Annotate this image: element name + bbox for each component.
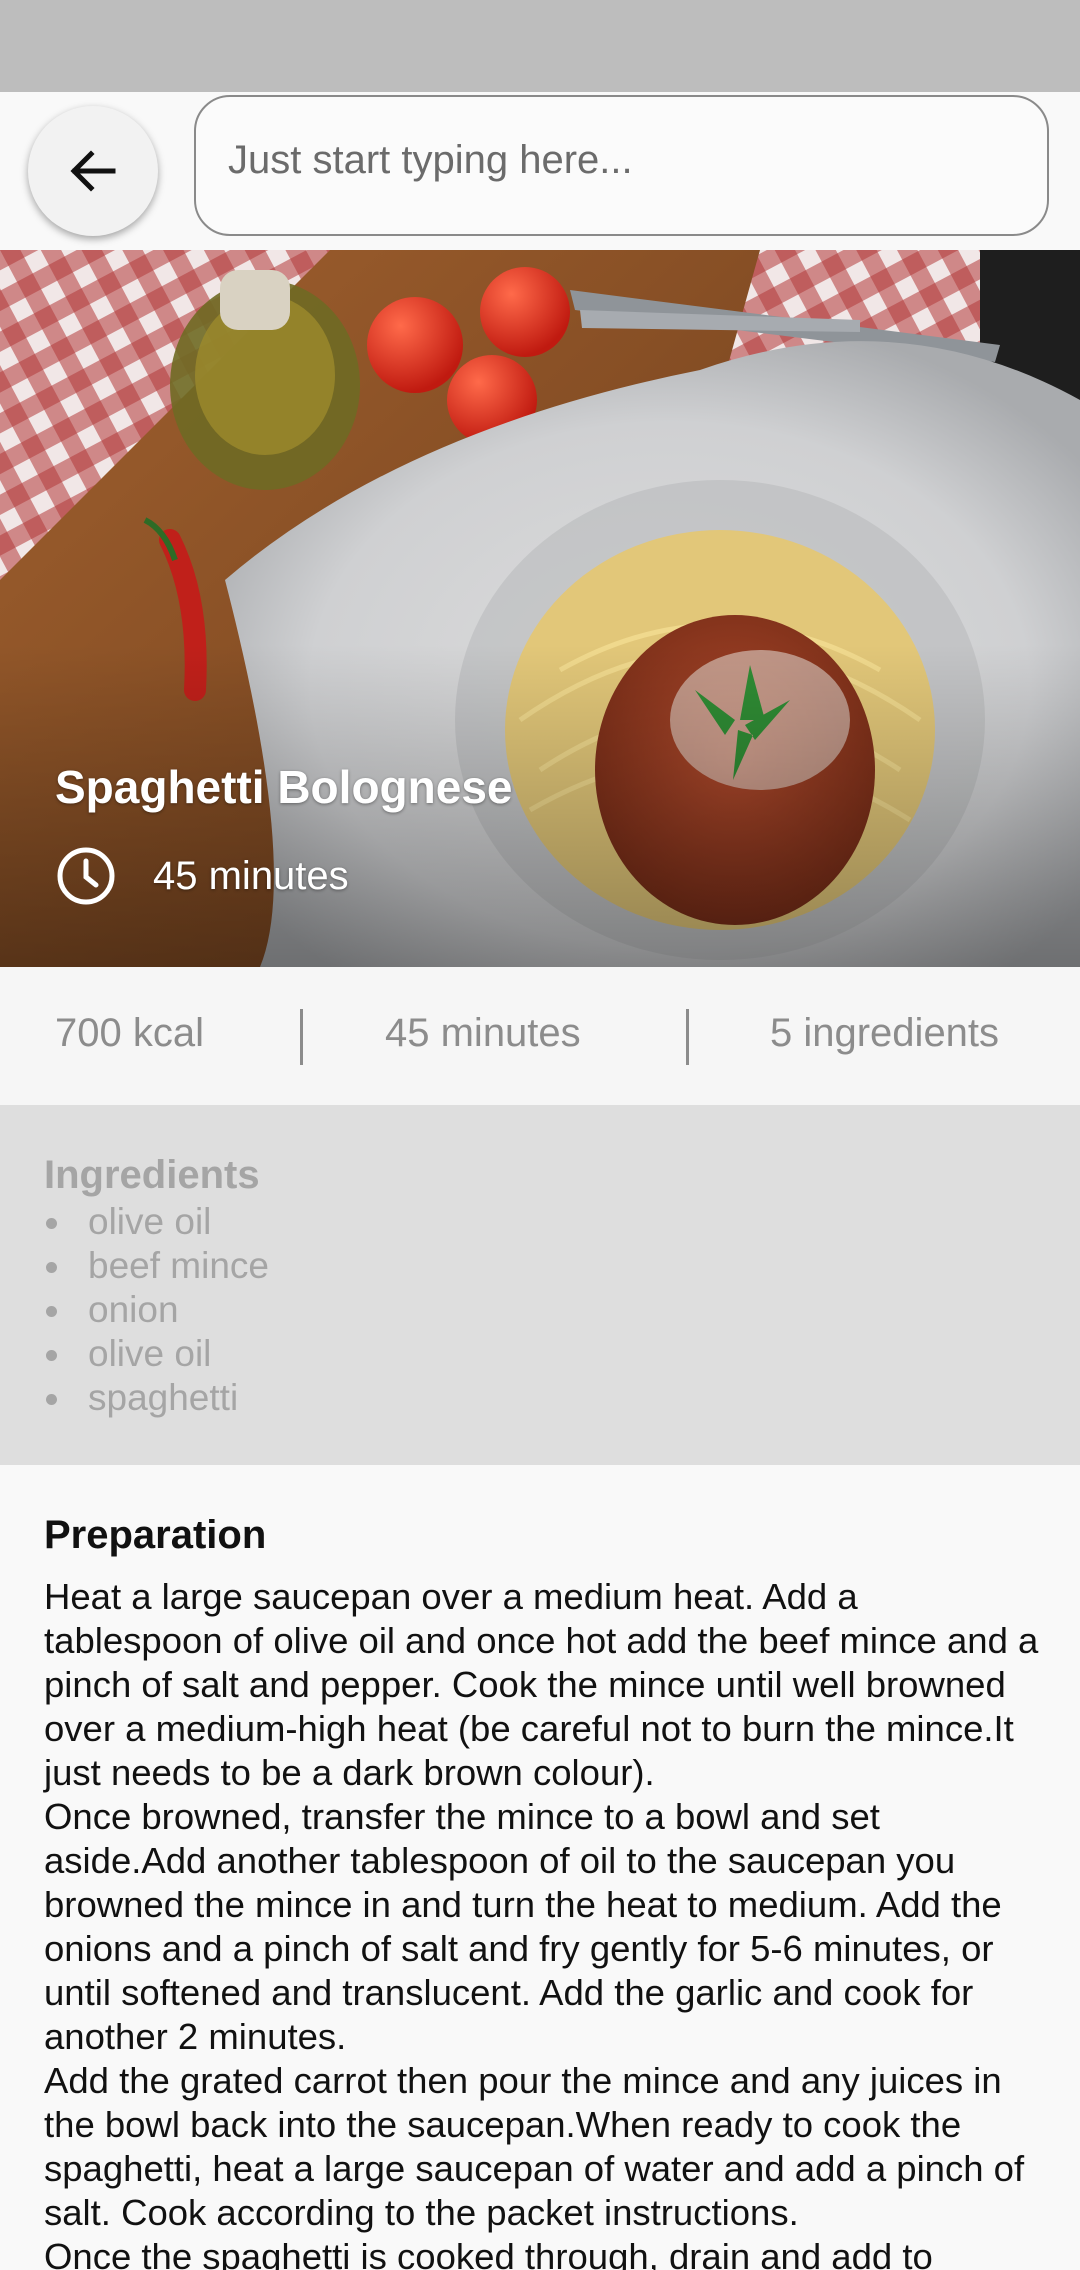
calories-stat: 700 kcal bbox=[55, 1011, 204, 1055]
stats-divider bbox=[686, 1009, 689, 1065]
ingredient-item: olive oil bbox=[44, 1200, 269, 1244]
status-bar bbox=[0, 0, 1080, 92]
ingredient-item: onion bbox=[44, 1288, 269, 1332]
preparation-text: Heat a large saucepan over a medium heat… bbox=[44, 1576, 1039, 2270]
recipe-time: 45 minutes bbox=[55, 845, 349, 907]
ingredient-item: spaghetti bbox=[44, 1376, 269, 1420]
ingredients-heading: Ingredients bbox=[44, 1153, 260, 1197]
recipe-time-label: 45 minutes bbox=[153, 853, 349, 898]
preparation-section: Preparation Heat a large saucepan over a… bbox=[0, 1465, 1080, 2270]
arrow-left-icon bbox=[70, 150, 116, 192]
search-field[interactable] bbox=[194, 95, 1049, 236]
duration-stat: 45 minutes bbox=[385, 1011, 581, 1055]
clock-icon bbox=[57, 847, 115, 905]
ingredient-item: beef mince bbox=[44, 1244, 269, 1288]
recipe-title: Spaghetti Bolognese bbox=[55, 761, 513, 813]
ingredients-list: olive oil beef mince onion olive oil spa… bbox=[44, 1200, 269, 1420]
search-input[interactable] bbox=[226, 137, 1047, 184]
recipe-stats: 700 kcal 45 minutes 5 ingredients bbox=[0, 967, 1080, 1105]
ingredient-count-stat: 5 ingredients bbox=[770, 1011, 1000, 1055]
stats-divider bbox=[300, 1009, 303, 1065]
ingredients-section: Ingredients olive oil beef mince onion o… bbox=[0, 1105, 1080, 1465]
preparation-heading: Preparation bbox=[44, 1513, 267, 1557]
ingredient-item: olive oil bbox=[44, 1332, 269, 1376]
back-button[interactable] bbox=[28, 106, 158, 236]
top-bar bbox=[0, 92, 1080, 250]
